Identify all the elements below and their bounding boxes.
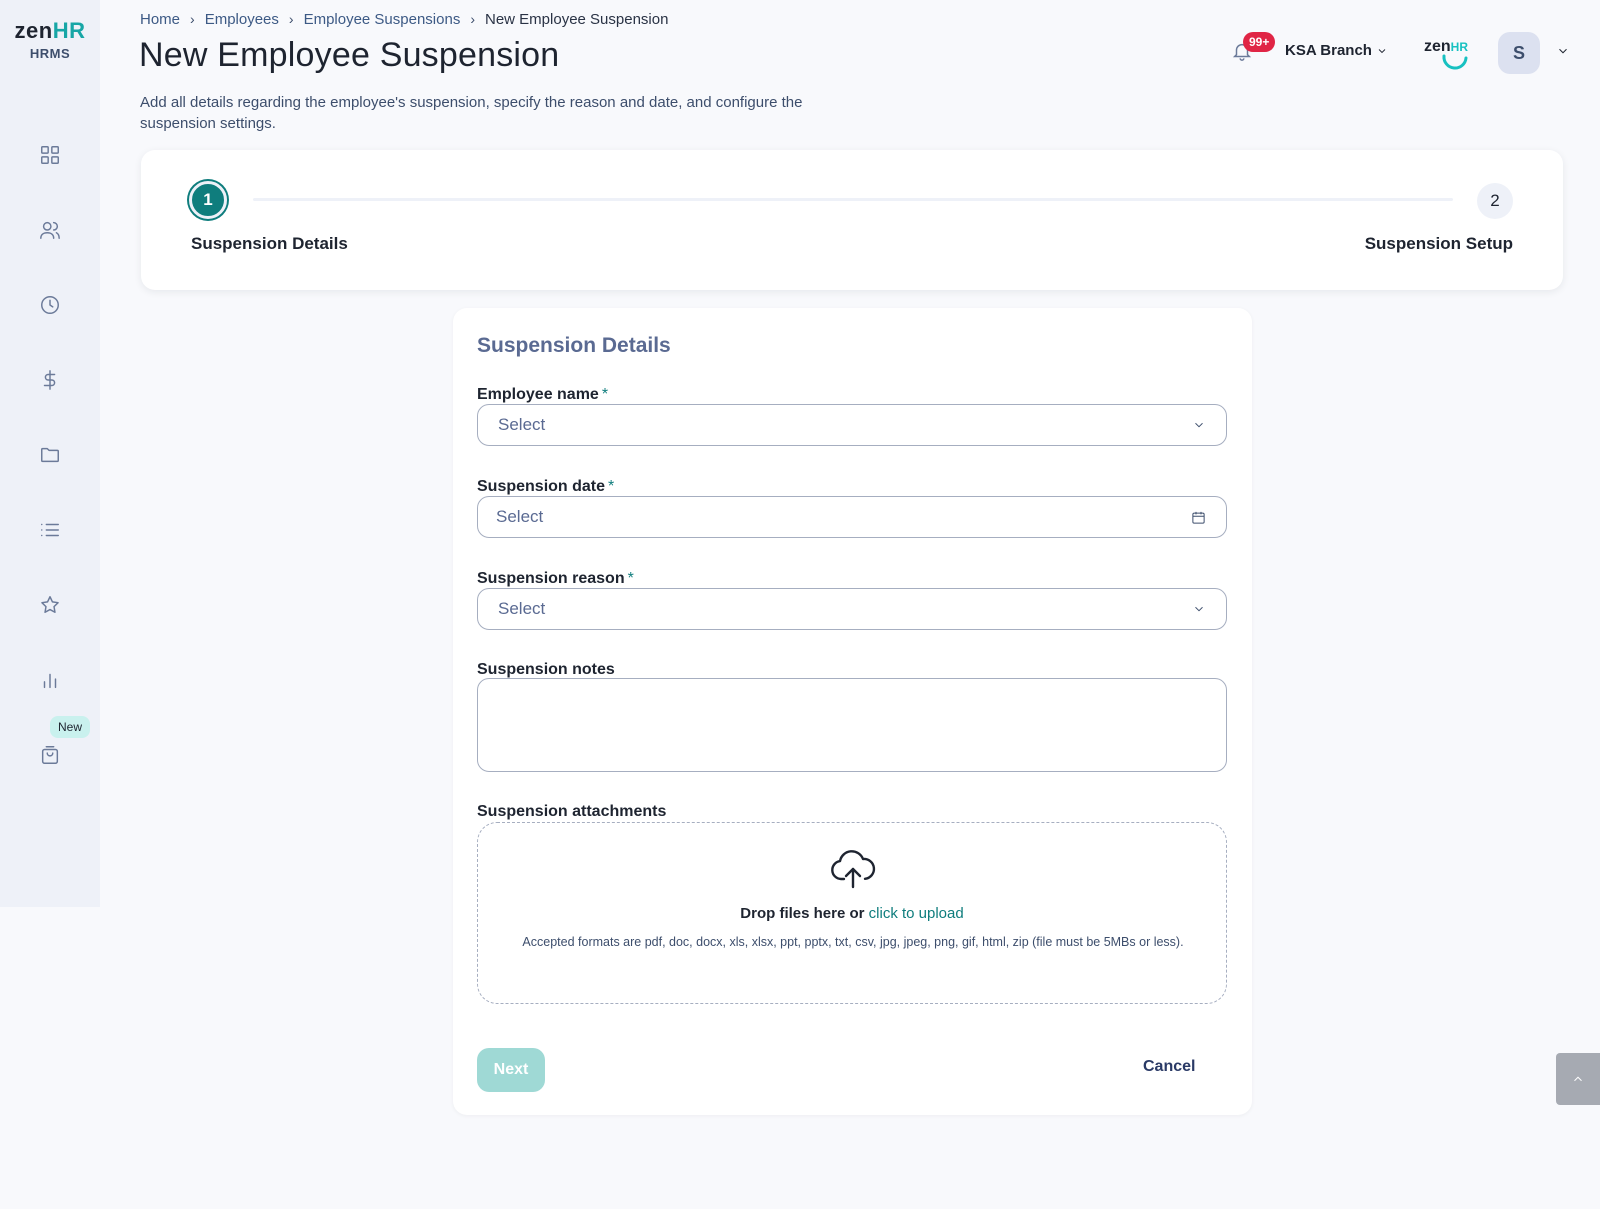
- sidebar-item-performance[interactable]: [30, 585, 70, 625]
- step-1-indicator: 1: [189, 181, 227, 219]
- accepted-formats-hint: Accepted formats are pdf, doc, docx, xls…: [522, 935, 1184, 949]
- dashboard-icon: [41, 146, 59, 164]
- breadcrumb-chevron-icon: ›: [470, 11, 475, 27]
- employee-name-label: Employee name *: [477, 386, 608, 404]
- employee-name-value: Select: [498, 415, 546, 434]
- sidebar-item-employees[interactable]: [30, 210, 70, 250]
- branch-selector[interactable]: KSA Branch: [1285, 42, 1388, 59]
- sidebar-item-attendance[interactable]: [30, 285, 70, 325]
- logo-subtitle: HRMS: [29, 46, 71, 61]
- chevron-down-icon: [1195, 606, 1203, 612]
- star-icon: [41, 596, 59, 613]
- sidebar-item-documents[interactable]: [30, 435, 70, 475]
- users-icon: [40, 221, 60, 239]
- notification-count-badge: 99+: [1243, 32, 1276, 52]
- suspension-form: Suspension Details Employee name * Select…: [453, 308, 1252, 1115]
- suspension-reason-label: Suspension reason *: [477, 570, 634, 588]
- step-2-label: Suspension Setup: [1364, 234, 1513, 253]
- shopping-bag-icon: [41, 746, 59, 764]
- suspension-date-value: Select: [496, 507, 544, 526]
- sidebar-item-requests[interactable]: [30, 510, 70, 550]
- employee-name-select[interactable]: Select: [477, 404, 1227, 446]
- suspension-attachments-label: Suspension attachments: [477, 803, 667, 820]
- branch-label: KSA Branch: [1285, 42, 1372, 59]
- suspension-notes-label: Suspension notes: [477, 661, 615, 678]
- suspension-reason-select[interactable]: Select: [477, 588, 1227, 630]
- cancel-button[interactable]: Cancel: [1143, 1058, 1195, 1076]
- logo-suffix: HR: [52, 18, 86, 43]
- next-button[interactable]: Next: [477, 1048, 545, 1092]
- drop-files-text: Drop files here or click to upload: [478, 905, 1226, 922]
- employee-name-label-text: Employee name: [477, 386, 599, 403]
- suspension-date-label: Suspension date *: [477, 478, 614, 496]
- breadcrumb-chevron-icon: ›: [190, 11, 195, 27]
- required-mark: *: [608, 478, 615, 495]
- company-logo: zenHR: [1424, 38, 1472, 70]
- chevron-down-icon: [1378, 48, 1386, 53]
- required-mark: *: [601, 386, 609, 403]
- list-icon: [41, 523, 59, 537]
- suspension-reason-label-text: Suspension reason: [477, 570, 625, 587]
- sidebar: zenHR HRMS New: [0, 0, 100, 907]
- bar-chart-icon: [43, 673, 57, 689]
- suspension-notes-textarea[interactable]: [477, 678, 1227, 772]
- breadcrumb-current: New Employee Suspension: [485, 10, 669, 28]
- folder-icon: [41, 447, 59, 463]
- step-1-label: Suspension Details: [191, 234, 348, 253]
- company-logo-swoosh-icon: [1442, 54, 1468, 70]
- sidebar-item-marketplace[interactable]: [30, 735, 70, 775]
- dollar-icon: [43, 370, 56, 390]
- sidebar-item-payroll[interactable]: [30, 360, 70, 400]
- upload-cloud-icon: [830, 849, 876, 889]
- attachments-dropzone[interactable]: Drop files here or click to upload Accep…: [477, 822, 1227, 1004]
- stepper: 1 2 Suspension Details Suspension Setup: [141, 150, 1563, 290]
- sidebar-item-dashboard[interactable]: [30, 135, 70, 175]
- suspension-reason-value: Select: [498, 599, 546, 618]
- zenhr-logo[interactable]: zenHR HRMS: [0, 18, 100, 61]
- stepper-progress-line: [253, 198, 1453, 201]
- drop-files-prefix: Drop files here or: [740, 905, 865, 922]
- step-2-indicator: 2: [1477, 183, 1513, 219]
- calendar-icon: [1192, 511, 1205, 524]
- required-mark: *: [627, 570, 634, 587]
- breadcrumb-employees[interactable]: Employees: [205, 11, 279, 28]
- breadcrumb-home[interactable]: Home: [140, 11, 180, 28]
- clock-icon: [41, 296, 59, 314]
- scroll-to-top-button[interactable]: [1556, 1053, 1600, 1105]
- page-title: New Employee Suspension: [139, 36, 560, 74]
- chevron-up-icon: [1574, 1076, 1582, 1082]
- chevron-down-icon: [1559, 48, 1567, 54]
- logo-prefix: zen: [14, 18, 53, 43]
- page-description: Add all details regarding the employee's…: [140, 94, 803, 132]
- click-to-upload-link[interactable]: click to upload: [869, 905, 964, 922]
- user-menu-toggle[interactable]: [1556, 44, 1570, 58]
- breadcrumb-chevron-icon: ›: [288, 11, 294, 27]
- chevron-down-icon: [1195, 422, 1203, 428]
- user-avatar[interactable]: S: [1498, 32, 1540, 74]
- breadcrumb: Home › Employees › Employee Suspensions …: [140, 10, 668, 28]
- suspension-date-label-text: Suspension date: [477, 478, 606, 495]
- breadcrumb-employee-suspensions[interactable]: Employee Suspensions: [304, 11, 461, 28]
- sidebar-item-reports[interactable]: [30, 660, 70, 700]
- suspension-date-picker[interactable]: Select: [477, 496, 1227, 538]
- form-section-title: Suspension Details: [477, 334, 671, 357]
